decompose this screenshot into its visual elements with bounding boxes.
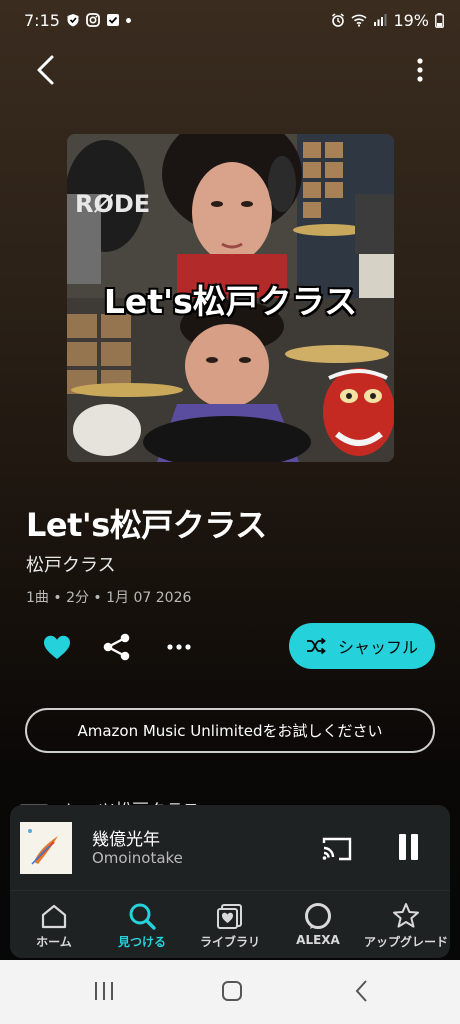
nav-label: ホーム bbox=[36, 935, 72, 949]
pause-button[interactable] bbox=[396, 834, 422, 862]
status-right: 19% bbox=[331, 11, 444, 30]
heart-icon bbox=[44, 635, 70, 659]
bottom-card: 幾億光年 Omoinotake ホーム 見つける ライブラリ ALEXA アップ… bbox=[10, 805, 450, 958]
library-icon bbox=[215, 901, 245, 931]
system-nav-bar bbox=[0, 960, 460, 1024]
vertical-dots-icon bbox=[417, 58, 423, 82]
cast-icon bbox=[322, 837, 352, 861]
album-art: RØDE Let's松戸クラス bbox=[67, 134, 394, 462]
pause-bar-right bbox=[411, 834, 418, 860]
recent-apps-icon bbox=[95, 982, 113, 1000]
nav-label: 見つける bbox=[117, 935, 166, 949]
status-left: 7:15 bbox=[24, 11, 131, 30]
system-back-button[interactable] bbox=[350, 978, 374, 1008]
battery-icon bbox=[435, 12, 444, 28]
status-bar: 7:15 19% bbox=[0, 0, 460, 40]
alarm-icon bbox=[332, 13, 345, 27]
back-button[interactable] bbox=[28, 50, 64, 90]
nav-label: ALEXA bbox=[296, 933, 340, 947]
search-icon bbox=[127, 901, 157, 931]
mic-logo: RØDE bbox=[75, 190, 150, 218]
recent-apps-button[interactable] bbox=[92, 978, 116, 1008]
instagram-icon bbox=[86, 13, 100, 27]
album-meta: 1曲 • 2分 • 1月 07 2026 bbox=[26, 590, 192, 606]
home-circle-icon bbox=[222, 981, 242, 1001]
artist-name[interactable]: 松戸クラス bbox=[26, 551, 116, 577]
back-arrow-icon bbox=[355, 980, 367, 1002]
trial-button[interactable]: Amazon Music Unlimitedをお試しください bbox=[25, 708, 435, 753]
share-icon bbox=[103, 633, 130, 661]
chevron-left-icon bbox=[37, 55, 54, 85]
like-button[interactable] bbox=[40, 630, 74, 664]
notification-dot-icon bbox=[125, 17, 131, 23]
shuffle-icon bbox=[306, 637, 326, 655]
horizontal-dots-icon bbox=[167, 644, 191, 650]
album-title: Let's松戸クラス bbox=[26, 506, 267, 544]
mini-player[interactable]: 幾億光年 Omoinotake bbox=[10, 805, 450, 891]
home-icon bbox=[39, 901, 69, 931]
checkbox-icon bbox=[106, 14, 119, 26]
share-button[interactable] bbox=[100, 630, 134, 664]
star-icon bbox=[391, 901, 421, 931]
wifi-icon bbox=[351, 14, 367, 27]
cast-button[interactable] bbox=[321, 835, 353, 863]
nav-item-upgrade[interactable]: アップグレード bbox=[362, 893, 450, 958]
pause-bar-left bbox=[399, 834, 406, 860]
battery-percent: 19% bbox=[393, 10, 429, 30]
shuffle-label: シャッフル bbox=[337, 638, 418, 657]
status-time: 7:15 bbox=[24, 10, 60, 30]
now-playing-art bbox=[20, 822, 72, 874]
now-playing-artist: Omoinotake bbox=[92, 849, 183, 867]
album-art-title: Let's松戸クラス bbox=[103, 281, 359, 323]
now-playing-title: 幾億光年 bbox=[92, 830, 160, 850]
overflow-menu-button[interactable] bbox=[162, 630, 196, 664]
shuffle-button[interactable]: シャッフル bbox=[289, 623, 435, 669]
shield-icon bbox=[67, 14, 79, 27]
nav-item-alexa[interactable]: ALEXA bbox=[274, 893, 362, 958]
alexa-icon bbox=[303, 901, 333, 931]
trial-label: Amazon Music Unlimitedをお試しください bbox=[77, 722, 383, 740]
more-options-button[interactable] bbox=[410, 52, 430, 88]
bottom-nav: ホーム 見つける ライブラリ ALEXA アップグレード bbox=[10, 893, 450, 958]
home-button[interactable] bbox=[220, 978, 244, 1008]
nav-item-find[interactable]: 見つける bbox=[98, 893, 186, 958]
nav-item-home[interactable]: ホーム bbox=[10, 893, 98, 958]
signal-icon bbox=[374, 14, 387, 26]
nav-label: ライブラリ bbox=[199, 935, 260, 949]
nav-item-library[interactable]: ライブラリ bbox=[186, 893, 274, 958]
now-playing-art-image bbox=[20, 822, 72, 874]
nav-label: アップグレード bbox=[363, 935, 448, 949]
